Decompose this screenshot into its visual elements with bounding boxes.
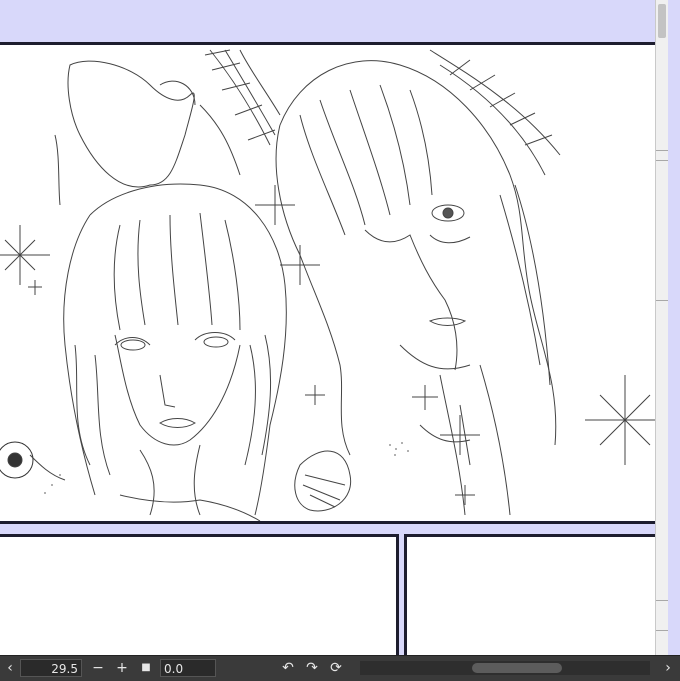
- rotate-right-icon[interactable]: ↷: [304, 659, 320, 677]
- comic-panel-bottom-left[interactable]: [0, 534, 399, 655]
- scroll-tick: [656, 300, 668, 301]
- reset-rotation-icon[interactable]: ⟳: [328, 659, 344, 677]
- status-bar: ‹ 29.5 − + ■ 0.0 ↶ ↷ ⟳ ›: [0, 655, 680, 681]
- zoom-out-button[interactable]: −: [90, 659, 106, 677]
- canvas-area[interactable]: [0, 0, 668, 655]
- scroll-left-icon[interactable]: ‹: [2, 659, 18, 677]
- scroll-tick: [656, 160, 668, 161]
- horizontal-scrollbar[interactable]: [360, 661, 650, 675]
- stop-button[interactable]: ■: [138, 659, 154, 677]
- rotation-angle-field[interactable]: 0.0: [160, 659, 216, 677]
- vertical-scrollbar[interactable]: [655, 0, 668, 655]
- line-art-illustration: [0, 49, 665, 521]
- comic-panel-bottom-right[interactable]: [404, 534, 668, 655]
- vertical-scroll-thumb[interactable]: [658, 4, 666, 38]
- zoom-level-field[interactable]: 29.5: [20, 659, 82, 677]
- horizontal-scroll-thumb[interactable]: [472, 663, 562, 673]
- zoom-in-button[interactable]: +: [114, 659, 130, 677]
- scroll-right-icon[interactable]: ›: [660, 659, 676, 677]
- comic-panel-main[interactable]: [0, 42, 668, 524]
- scroll-tick: [656, 150, 668, 151]
- rotate-left-icon[interactable]: ↶: [280, 659, 296, 677]
- scroll-tick: [656, 600, 668, 601]
- scroll-tick: [656, 630, 668, 631]
